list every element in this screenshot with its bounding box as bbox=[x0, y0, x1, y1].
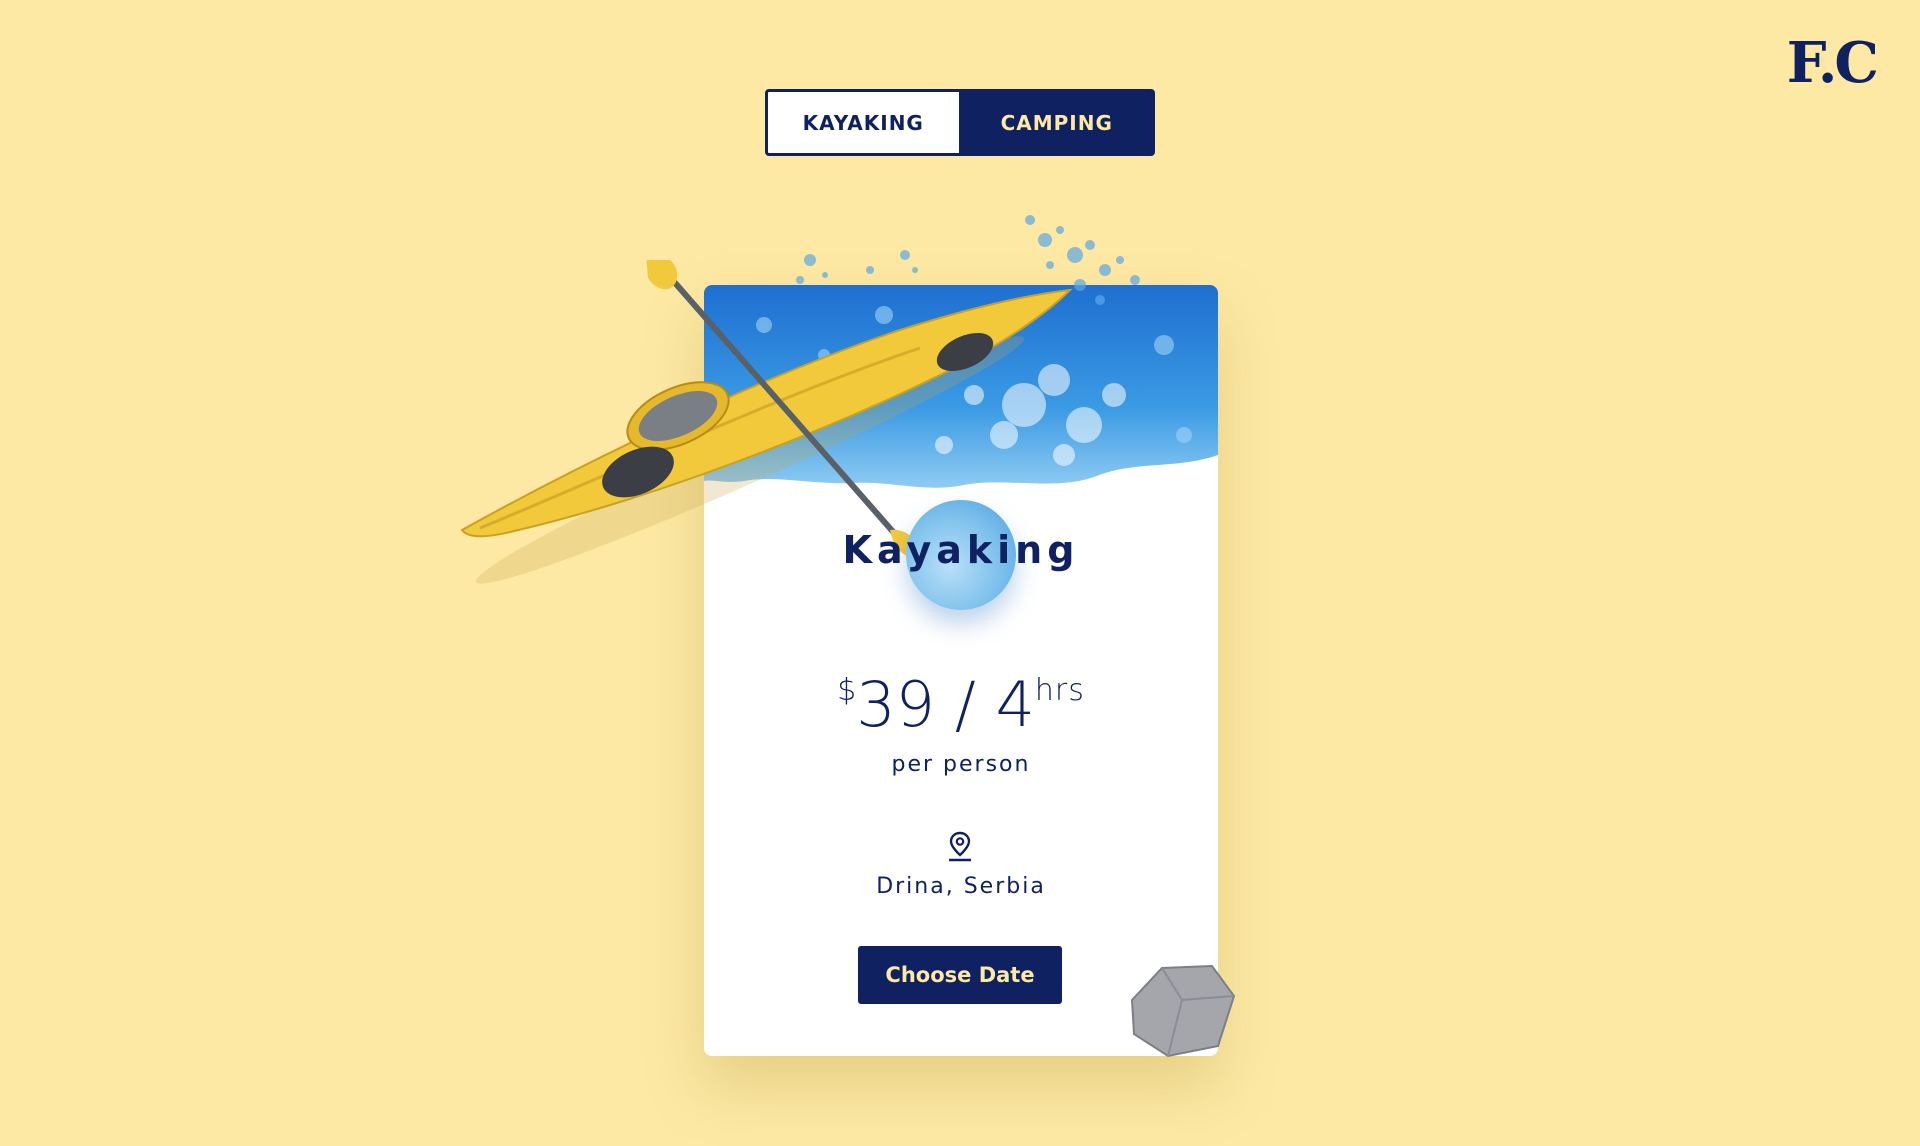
choose-date-button[interactable]: Choose Date bbox=[858, 946, 1062, 1004]
tab-camping[interactable]: CAMPING bbox=[961, 92, 1152, 153]
price-separator: / bbox=[954, 668, 976, 741]
brand-logo[interactable]: F.C bbox=[1787, 30, 1879, 96]
price-currency: $ bbox=[837, 673, 857, 708]
location-text: Drina, Serbia bbox=[876, 874, 1046, 899]
rock-illustration bbox=[1130, 964, 1236, 1058]
page: F.C KAYAKING CAMPING Kayaking $39 / 4hrs… bbox=[0, 0, 1920, 1146]
card-title: Kayaking bbox=[842, 528, 1080, 572]
tab-kayaking[interactable]: KAYAKING bbox=[768, 92, 962, 153]
price-amount: 39 bbox=[856, 668, 936, 741]
activity-tabs: KAYAKING CAMPING bbox=[765, 89, 1155, 156]
price-note: per person bbox=[891, 752, 1031, 777]
price-unit: hrs bbox=[1034, 673, 1085, 708]
price: $39 / 4hrs bbox=[704, 668, 1218, 741]
price-duration: 4 bbox=[995, 668, 1035, 741]
location-pin-icon bbox=[949, 831, 971, 862]
